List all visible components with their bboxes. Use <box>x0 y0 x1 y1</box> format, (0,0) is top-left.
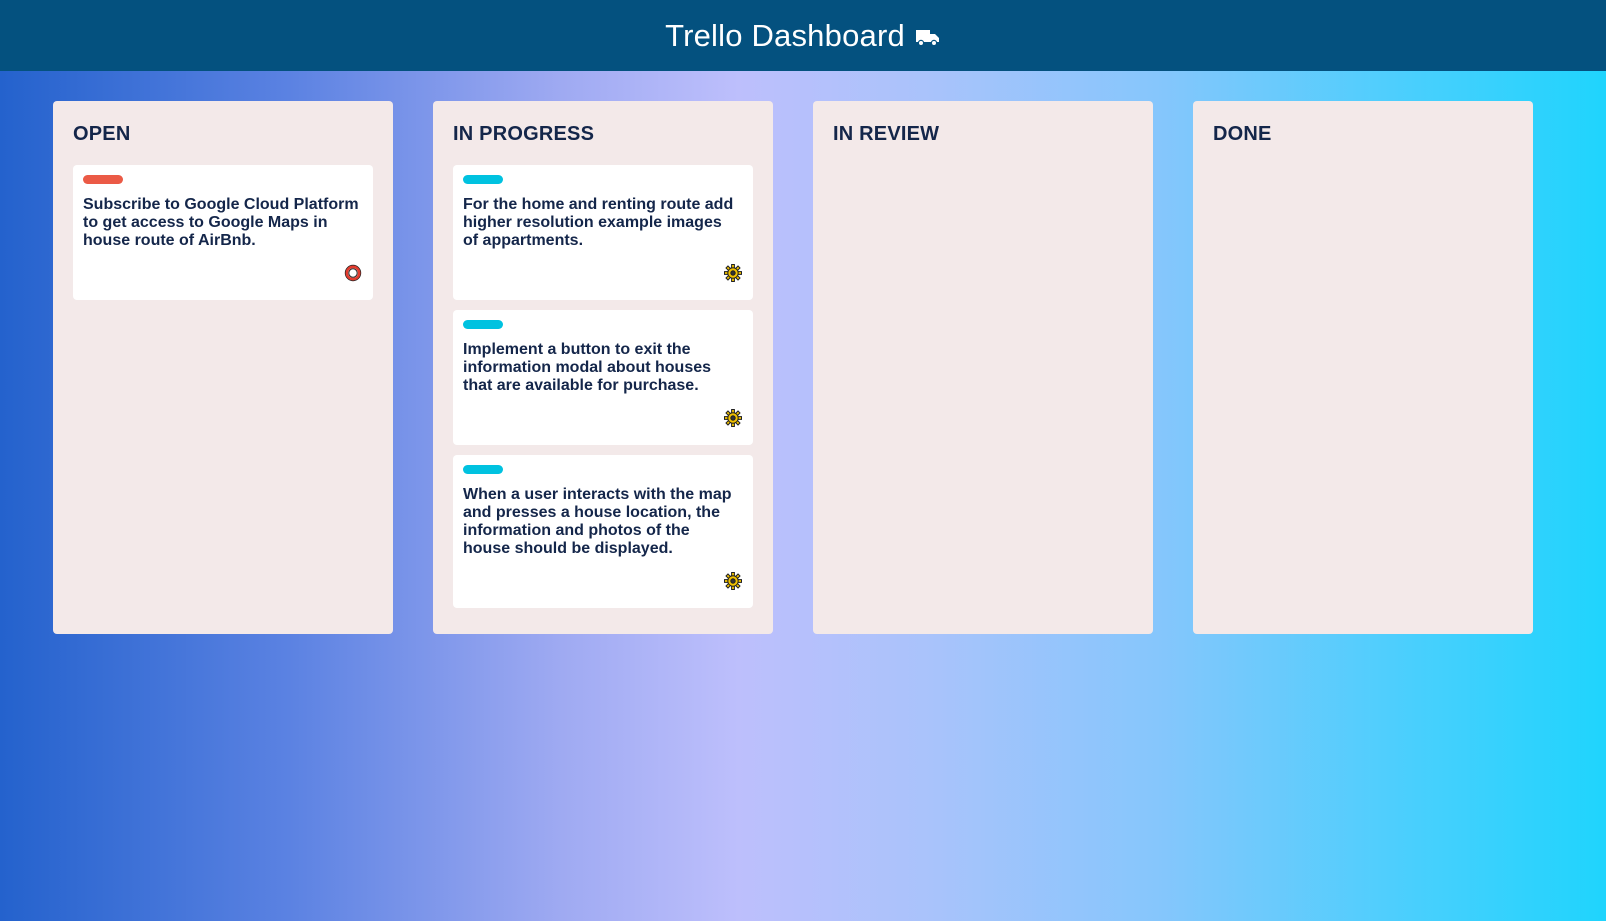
column-done: DONE <box>1193 101 1533 634</box>
column-title: IN PROGRESS <box>453 123 595 145</box>
truck-icon <box>915 27 941 47</box>
page-title: Trello Dashboard <box>665 17 905 53</box>
task-card[interactable]: Implement a button to exit the informati… <box>453 310 753 445</box>
task-card[interactable]: For the home and renting route add highe… <box>453 165 753 300</box>
column-title: DONE <box>1213 123 1272 145</box>
card-label <box>83 175 123 184</box>
card-label <box>463 320 503 329</box>
card-text: When a user interacts with the map and p… <box>463 486 732 557</box>
gear-icon <box>723 408 743 428</box>
app-header: Trello Dashboard <box>0 0 1606 71</box>
card-label <box>463 175 503 184</box>
column-in-review: IN REVIEW <box>813 101 1153 634</box>
column-title: IN REVIEW <box>833 123 940 145</box>
column-in-progress: IN PROGRESS For the home and renting rou… <box>433 101 773 634</box>
task-card[interactable]: When a user interacts with the map and p… <box>453 455 753 608</box>
board: OPEN Subscribe to Google Cloud Platform … <box>53 101 1533 634</box>
gear-icon <box>723 571 743 591</box>
ring-icon <box>343 263 363 283</box>
card-text: For the home and renting route add highe… <box>463 196 734 249</box>
task-card[interactable]: Subscribe to Google Cloud Platform to ge… <box>73 165 373 300</box>
card-label <box>463 465 503 474</box>
column-open: OPEN Subscribe to Google Cloud Platform … <box>53 101 393 634</box>
card-text: Implement a button to exit the informati… <box>463 341 712 394</box>
card-text: Subscribe to Google Cloud Platform to ge… <box>83 196 359 249</box>
column-title: OPEN <box>73 123 131 145</box>
gear-icon <box>723 263 743 283</box>
